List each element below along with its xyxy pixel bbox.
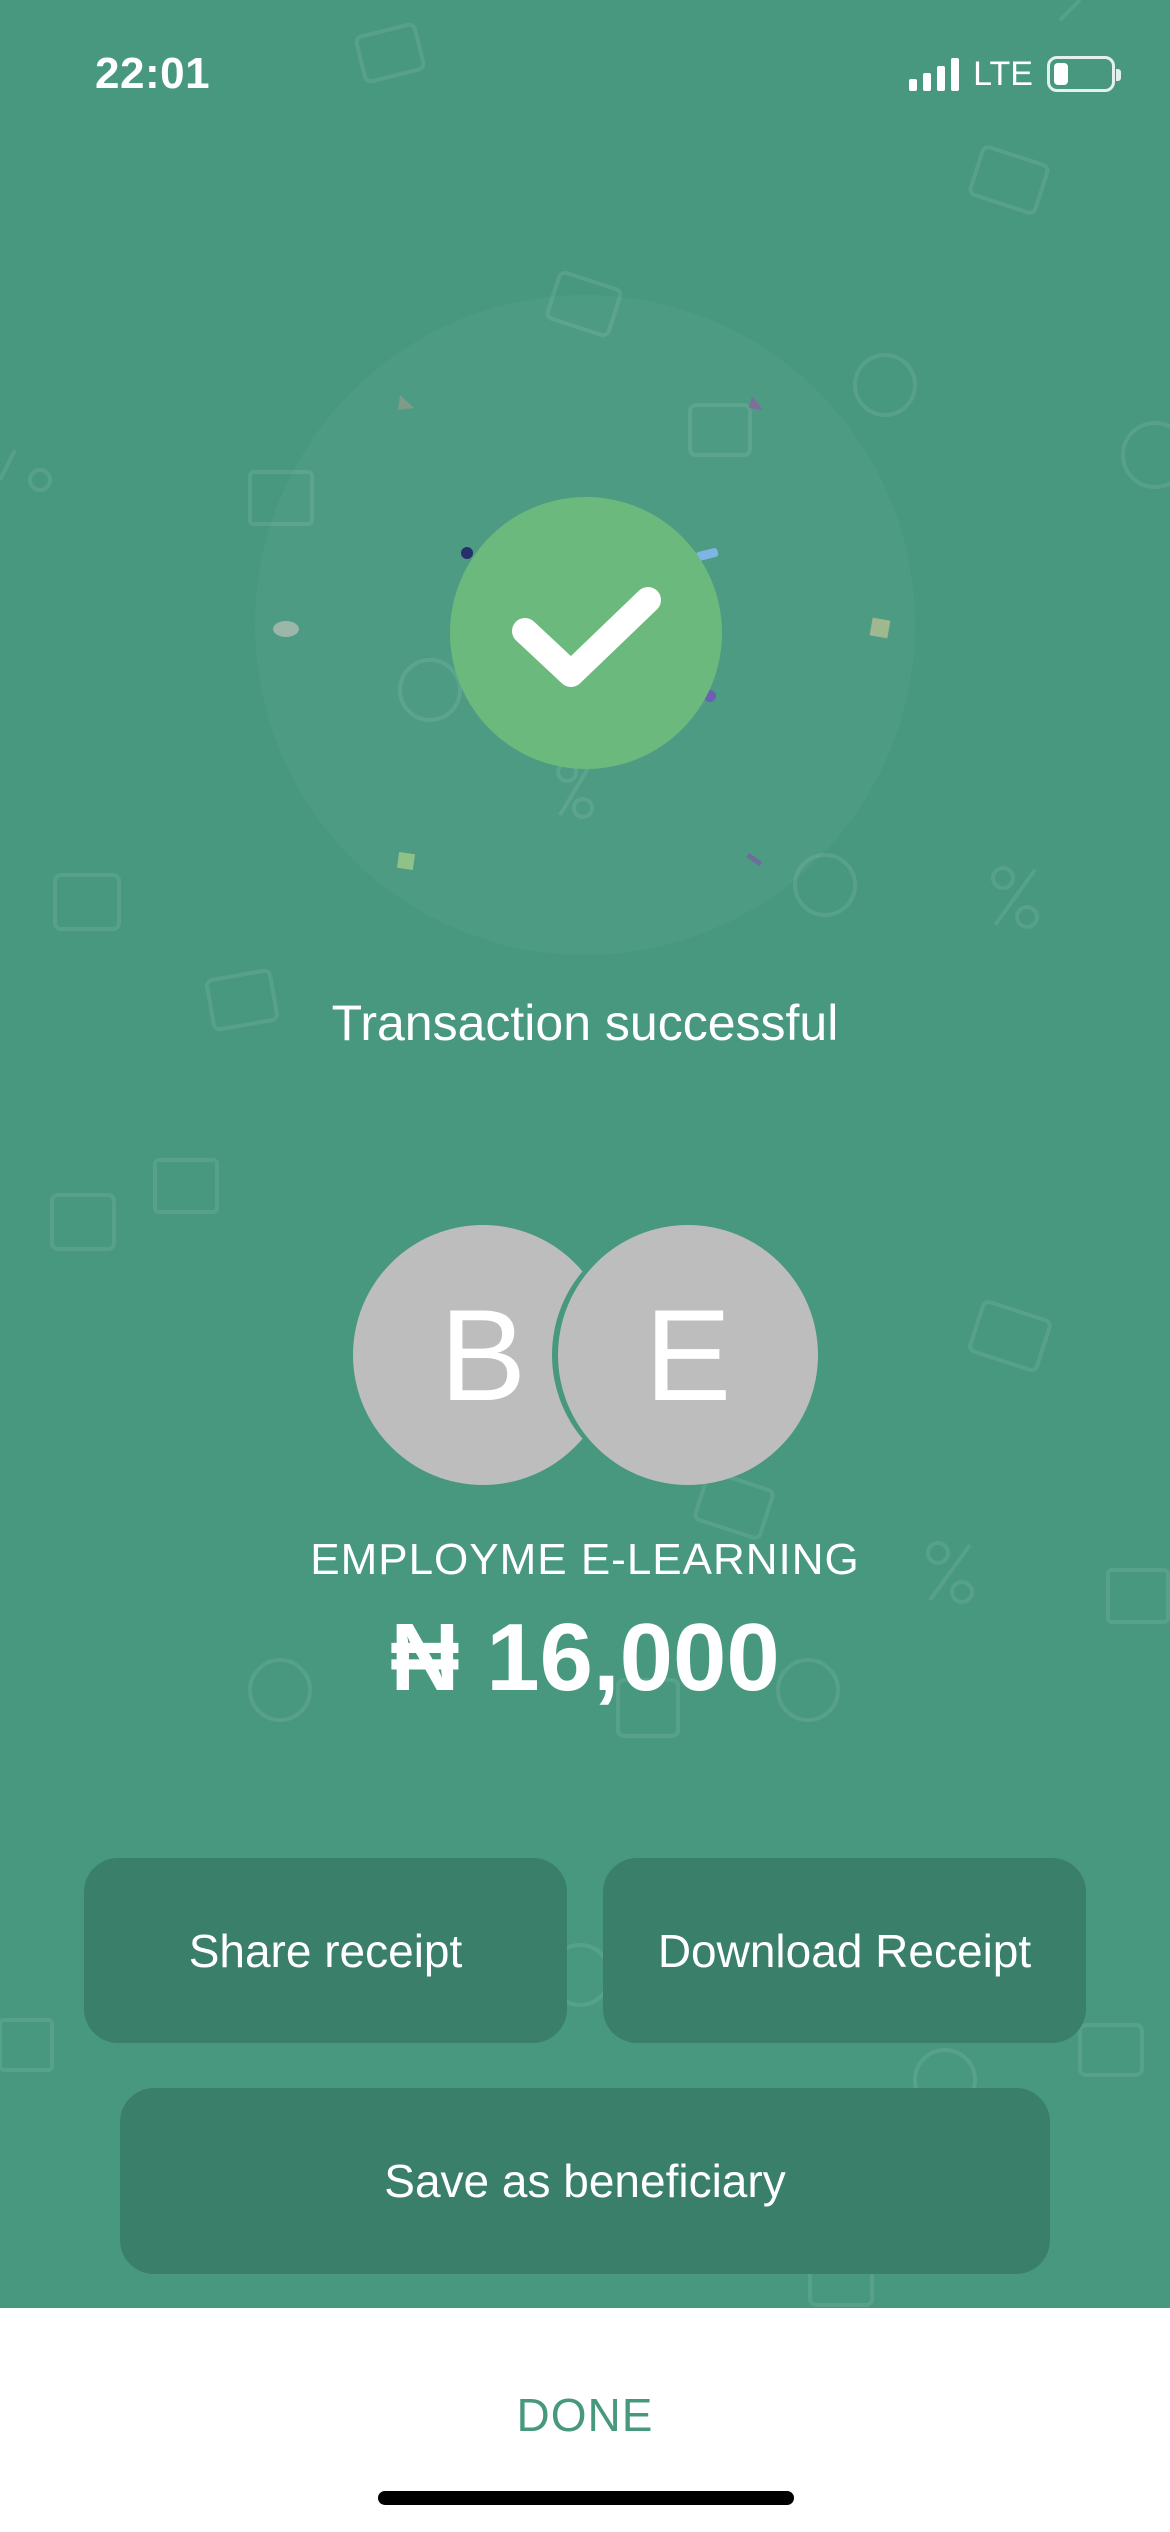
share-receipt-button[interactable]: Share receipt	[84, 1858, 567, 2043]
download-receipt-button[interactable]: Download Receipt	[603, 1858, 1086, 2043]
battery-level	[1054, 63, 1068, 85]
status-time: 22:01	[95, 49, 211, 98]
cellular-signal-icon	[909, 57, 960, 91]
network-type: LTE	[973, 55, 1033, 93]
checkmark-icon	[512, 587, 661, 687]
recipient-name: EMPLOYME E-LEARNING	[310, 1535, 860, 1584]
save-beneficiary-button[interactable]: Save as beneficiary	[120, 2088, 1050, 2274]
transaction-amount: ₦ 16,000	[390, 1604, 780, 1711]
status-indicators: LTE	[909, 52, 1121, 96]
download-receipt-label: Download Receipt	[657, 1924, 1032, 1977]
avatar-recipient: E	[558, 1225, 818, 1485]
done-button[interactable]: DONE	[0, 2380, 1170, 2450]
success-screen: 22:01 LTE Transaction successful B E EMP…	[0, 0, 1170, 2308]
home-indicator[interactable]	[378, 2491, 794, 2505]
battery-icon	[1047, 56, 1121, 92]
save-beneficiary-label: Save as beneficiary	[384, 2155, 786, 2207]
success-check-circle	[450, 497, 722, 769]
share-receipt-label: Share receipt	[188, 1924, 463, 1977]
transaction-status-message: Transaction successful	[331, 995, 839, 1051]
